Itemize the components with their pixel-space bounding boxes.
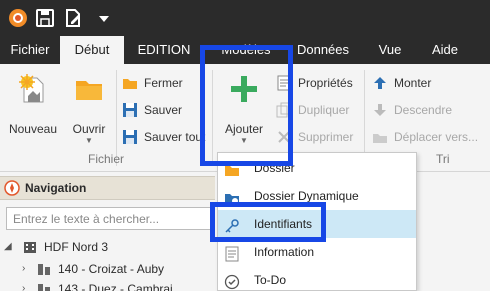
save-all-button[interactable]: Sauver tout (122, 126, 208, 148)
chevron-down-icon: ▼ (85, 136, 93, 145)
folder-icon (66, 72, 112, 108)
save-all-label: Sauver tout (144, 130, 206, 144)
add-button[interactable]: Ajouter ▼ (218, 72, 270, 145)
tab-vue[interactable]: Vue (366, 36, 414, 64)
folder-icon (224, 160, 240, 176)
arrow-up-icon (372, 75, 388, 91)
properties-button[interactable]: Propriétés (276, 72, 360, 94)
delete-icon (276, 129, 292, 145)
menu-item-label: To-Do (254, 273, 287, 287)
tab-debut[interactable]: Début (60, 36, 124, 64)
save-all-icon (122, 129, 138, 145)
properties-icon (276, 75, 292, 91)
tree-item-label: 140 - Croizat - Auby (58, 262, 165, 276)
duplicate-label: Dupliquer (298, 103, 350, 117)
tab-edition[interactable]: EDITION (128, 36, 200, 64)
search-input[interactable]: Entrez le texte à chercher... (6, 207, 212, 230)
tab-fichier[interactable]: Fichier (0, 36, 60, 64)
site-icon (36, 261, 52, 277)
group-label-tri: Tri (436, 152, 450, 166)
properties-label: Propriétés (298, 76, 353, 90)
save-label: Sauver (144, 103, 183, 117)
move-up-label: Monter (394, 76, 432, 90)
close-button[interactable]: Fermer (122, 72, 208, 94)
open-button[interactable]: Ouvrir ▼ (66, 72, 112, 145)
delete-label: Supprimer (298, 130, 354, 144)
menu-item-identifiants[interactable]: Identifiants (218, 210, 416, 238)
menu-item-dossier-dynamique[interactable]: Dossier Dynamique (218, 182, 416, 210)
menu-item-label: Dossier (254, 161, 295, 175)
menu-item-label: Information (254, 245, 315, 259)
menu-item-label: Identifiants (254, 217, 313, 231)
menu-item-dossier[interactable]: Dossier (218, 154, 416, 182)
move-to-button[interactable]: Déplacer vers... (372, 126, 490, 148)
move-down-label: Descendre (394, 103, 453, 117)
key-icon (224, 216, 240, 233)
new-label: Nouveau (8, 122, 58, 136)
edit-document-icon[interactable] (61, 6, 85, 30)
tab-modeles[interactable]: Modèles (210, 36, 282, 64)
menu-item-label: Dossier Dynamique (254, 189, 359, 203)
dynamic-folder-icon (224, 188, 240, 204)
navigation-title: Navigation (25, 181, 87, 195)
menu-bar: Fichier Début EDITION Modèles Données Vu… (0, 36, 490, 64)
building-icon (22, 239, 38, 255)
close-label: Fermer (144, 76, 183, 90)
delete-button[interactable]: Supprimer (276, 126, 360, 148)
save-button[interactable]: Sauver (122, 99, 208, 121)
move-up-button[interactable]: Monter (372, 72, 482, 94)
save-icon (122, 102, 138, 118)
open-label: Ouvrir (72, 122, 106, 136)
tree-root-label: HDF Nord 3 (44, 240, 109, 254)
add-label: Ajouter (224, 122, 264, 136)
tree-item[interactable]: › 140 - Croizat - Auby (22, 259, 216, 279)
arrow-down-icon (372, 102, 388, 118)
collapse-chevron-icon[interactable]: ◢ (4, 237, 12, 257)
compass-icon (4, 180, 20, 196)
menu-item-information[interactable]: Information (218, 238, 416, 266)
checkmark-circle-icon (224, 272, 240, 290)
save-icon[interactable] (33, 6, 57, 30)
plus-icon (218, 72, 270, 108)
folder-close-icon (122, 75, 138, 91)
title-bar (0, 0, 490, 36)
tab-donnees[interactable]: Données (290, 36, 356, 64)
duplicate-icon (276, 102, 292, 118)
move-to-label: Déplacer vers... (394, 130, 479, 144)
move-to-icon (372, 129, 388, 145)
info-document-icon (224, 244, 240, 262)
duplicate-button[interactable]: Dupliquer (276, 99, 360, 121)
expand-chevron-icon[interactable]: › (22, 279, 25, 291)
group-label-fichier: Fichier (88, 152, 125, 166)
new-document-icon (6, 72, 60, 108)
tree-item-label: 143 - Duez - Cambrai (58, 282, 173, 291)
chevron-down-icon: ▼ (240, 136, 248, 145)
site-icon (36, 281, 52, 291)
app-window: Fichier Début EDITION Modèles Données Vu… (0, 0, 490, 291)
divider (212, 70, 213, 166)
menu-item-todo[interactable]: To-Do (218, 266, 416, 291)
quick-access-dropdown-icon[interactable] (92, 6, 116, 30)
add-dropdown-menu: Dossier Dossier Dynamique Identifiants I… (217, 152, 417, 291)
expand-chevron-icon[interactable]: › (22, 259, 25, 279)
tree-root[interactable]: ◢ HDF Nord 3 (4, 237, 216, 257)
tree-item[interactable]: › 143 - Duez - Cambrai (22, 279, 216, 291)
app-logo-icon[interactable] (6, 6, 30, 30)
new-button[interactable]: Nouveau (6, 72, 60, 136)
navigation-header: Navigation (0, 176, 215, 200)
tab-aide[interactable]: Aide (420, 36, 470, 64)
move-down-button[interactable]: Descendre (372, 99, 482, 121)
